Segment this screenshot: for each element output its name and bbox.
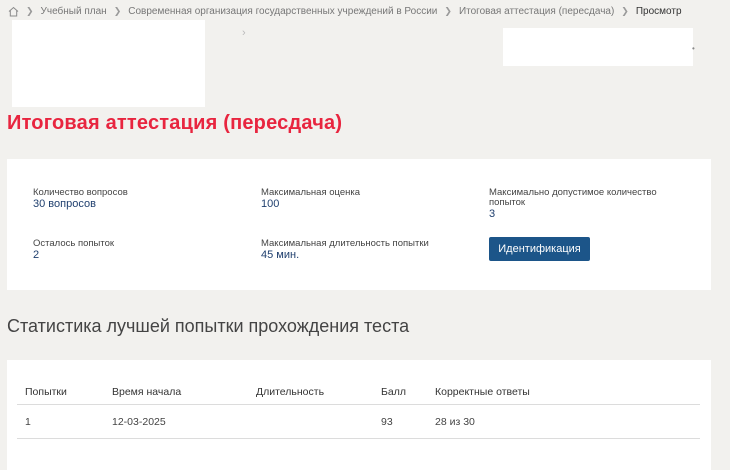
blank-block-right <box>503 28 693 66</box>
info-max-score: Максимальная оценка 100 <box>261 187 461 211</box>
info-max-attempts-label: Максимально допустимое количество попыто… <box>489 187 657 208</box>
breadcrumb-item-current: Просмотр <box>635 5 682 17</box>
cell-correct-answers: 28 из 30 <box>427 404 700 439</box>
info-max-score-label: Максимальная оценка <box>261 187 361 198</box>
info-remaining-value: 2 <box>33 249 40 261</box>
info-remaining: Осталось попыток 2 <box>33 238 233 262</box>
breadcrumb-item-test[interactable]: Итоговая аттестация (пересдача) <box>459 6 614 17</box>
info-questions-label: Количество вопросов <box>33 187 128 198</box>
home-icon[interactable] <box>8 6 19 17</box>
info-max-duration-label: Максимальная длительность попытки <box>261 238 429 249</box>
cell-attempt: 1 <box>17 404 104 439</box>
chevron-right-icon: › <box>242 27 246 39</box>
cell-start-time: 12-03-2025 <box>104 404 248 439</box>
stats-card: Попытки Время начала Длительность Балл К… <box>7 360 711 470</box>
col-duration: Длительность <box>248 380 373 405</box>
dot-icon: • <box>692 44 695 53</box>
info-questions: Количество вопросов 30 вопросов <box>33 187 233 211</box>
page: ❯ Учебный план ❯ Современная организация… <box>0 0 730 470</box>
table-header-row: Попытки Время начала Длительность Балл К… <box>17 380 700 405</box>
chevron-right-icon: ❯ <box>26 5 34 16</box>
col-score: Балл <box>373 380 427 405</box>
info-questions-value: 30 вопросов <box>33 198 96 210</box>
table-row: 1 12-03-2025 93 28 из 30 <box>17 404 700 439</box>
info-max-attempts-value: 3 <box>489 208 496 220</box>
chevron-right-icon: ❯ <box>444 5 452 16</box>
identification-button[interactable]: Идентификация <box>489 237 590 261</box>
breadcrumb: ❯ Учебный план ❯ Современная организация… <box>8 4 682 18</box>
info-remaining-label: Осталось попыток <box>33 238 115 249</box>
breadcrumb-item-course[interactable]: Современная организация государственных … <box>128 6 437 17</box>
chevron-right-icon: ❯ <box>113 5 122 16</box>
info-max-score-value: 100 <box>261 198 280 210</box>
breadcrumb-item-plan[interactable]: Учебный план <box>41 6 107 17</box>
col-correct-answers: Корректные ответы <box>427 380 700 405</box>
col-attempts: Попытки <box>17 380 104 405</box>
info-max-duration: Максимальная длительность попытки 45 мин… <box>261 238 461 262</box>
test-info-card: Количество вопросов 30 вопросов Максимал… <box>7 159 711 290</box>
page-title: Итоговая аттестация (пересдача) <box>7 112 343 134</box>
cell-score: 93 <box>373 404 427 439</box>
info-max-attempts: Максимально допустимое количество попыто… <box>489 187 689 221</box>
info-max-duration-value: 45 мин. <box>261 249 300 261</box>
blank-block-left <box>12 20 205 107</box>
stats-table: Попытки Время начала Длительность Балл К… <box>17 380 700 439</box>
cell-duration <box>248 404 373 439</box>
stats-title: Статистика лучшей попытки прохождения те… <box>7 316 410 336</box>
chevron-right-icon: ❯ <box>621 5 629 16</box>
col-start-time: Время начала <box>104 380 248 405</box>
